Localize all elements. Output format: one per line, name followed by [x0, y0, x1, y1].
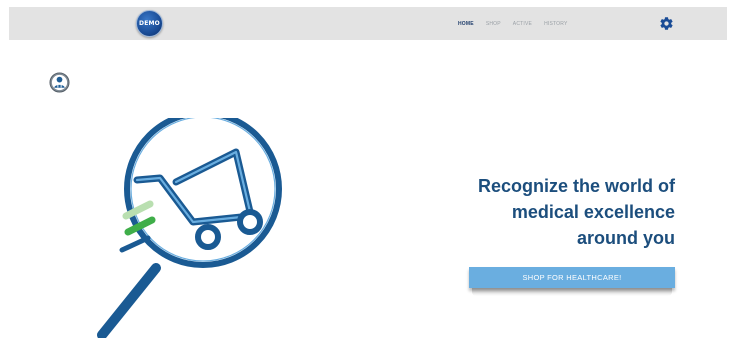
hero-headline: Recognize the world of medical excellenc…: [420, 173, 675, 251]
top-navbar: DEMO HOME SHOP ACTIVE HISTORY: [9, 7, 727, 40]
nav-home[interactable]: HOME: [458, 21, 474, 27]
headline-line-1: Recognize the world of: [477, 176, 675, 196]
logo-text: DEMO: [139, 20, 160, 27]
cta-shadow: [472, 288, 672, 296]
user-avatar-icon[interactable]: [49, 72, 70, 93]
nav-shop[interactable]: SHOP: [486, 21, 501, 27]
magnifier-cart-icon: [97, 118, 282, 338]
headline-line-3: around you: [577, 228, 675, 248]
gear-icon[interactable]: [659, 16, 674, 31]
page: DEMO HOME SHOP ACTIVE HISTORY Recognize …: [0, 0, 736, 338]
nav-active[interactable]: ACTIVE: [513, 21, 532, 27]
nav-history[interactable]: HISTORY: [544, 21, 567, 27]
shop-for-healthcare-button[interactable]: SHOP FOR HEALTHCARE!: [469, 267, 675, 288]
main-nav: HOME SHOP ACTIVE HISTORY: [458, 7, 568, 40]
headline-line-2: medical excellence: [511, 202, 675, 222]
demo-logo[interactable]: DEMO: [136, 10, 163, 37]
